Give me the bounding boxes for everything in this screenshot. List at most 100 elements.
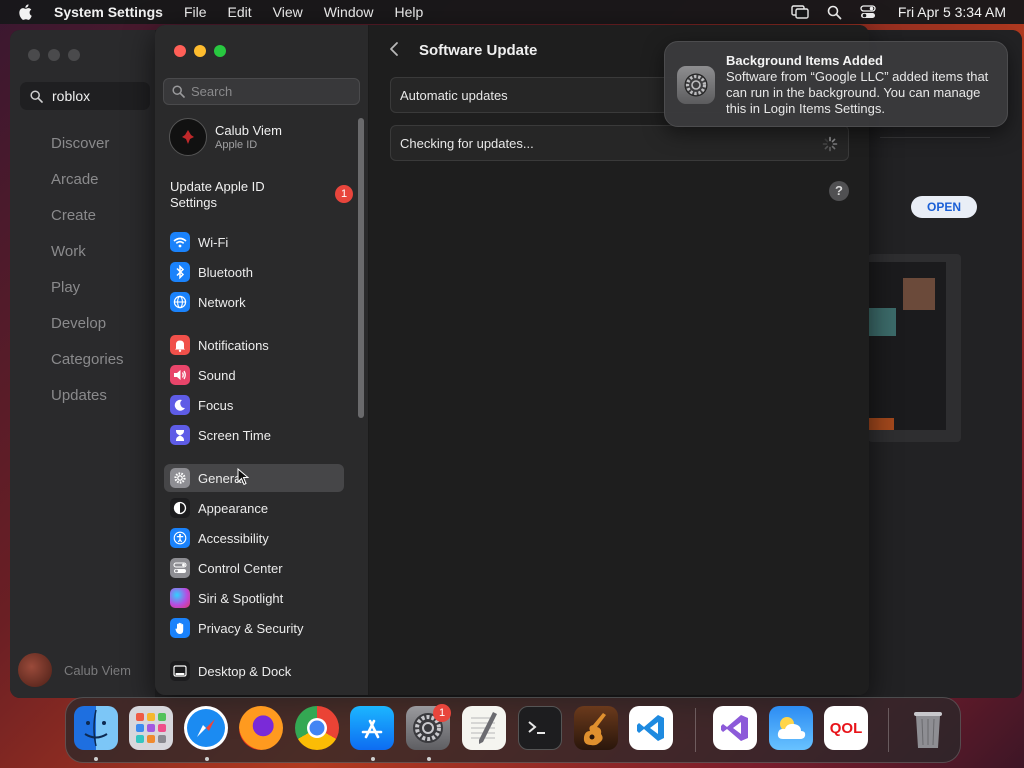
- sidebar-item-label: Screen Time: [198, 427, 271, 443]
- running-indicator: [94, 757, 98, 761]
- vscode-icon[interactable]: [629, 706, 673, 750]
- settings-search-field[interactable]: [163, 78, 360, 105]
- app-store-nav-updates[interactable]: Updates: [51, 386, 124, 422]
- spotlight-search-icon[interactable]: [827, 5, 842, 20]
- menu-clock[interactable]: Fri Apr 5 3:34 AM: [898, 4, 1006, 20]
- sidebar-item-network[interactable]: Network: [164, 288, 344, 316]
- app-screenshot-preview[interactable]: [868, 254, 961, 442]
- moon-icon: [170, 395, 190, 415]
- sidebar-item-screen-time[interactable]: Screen Time: [164, 421, 344, 449]
- sidebar-item-sound[interactable]: Sound: [164, 361, 344, 389]
- bluetooth-icon: [170, 262, 190, 282]
- minimize-button[interactable]: [48, 49, 60, 61]
- avatar: [169, 118, 207, 156]
- app-store-user-name: Calub Viem: [64, 662, 131, 678]
- wifi-icon: [170, 232, 190, 252]
- sidebar-item-label: Sound: [198, 367, 236, 383]
- page-title: Software Update: [419, 42, 538, 59]
- sidebar-item-accessibility[interactable]: Accessibility: [164, 524, 344, 552]
- screen-mirroring-icon[interactable]: [791, 5, 809, 19]
- trash-icon[interactable]: [906, 706, 950, 750]
- launchpad-icon[interactable]: [129, 706, 173, 750]
- app-store-nav-discover[interactable]: Discover: [51, 134, 124, 170]
- sidebar-item-appearance[interactable]: Appearance: [164, 494, 344, 522]
- menu-window[interactable]: Window: [324, 4, 374, 20]
- apple-id-account[interactable]: Calub Viem Apple ID: [169, 118, 282, 156]
- menu-file[interactable]: File: [184, 4, 207, 20]
- control-center-toggle-icon[interactable]: [860, 5, 876, 19]
- app-store-nav-create[interactable]: Create: [51, 206, 124, 242]
- sidebar-item-bluetooth[interactable]: Bluetooth: [164, 258, 344, 286]
- close-button[interactable]: [174, 45, 186, 57]
- notification-body: Software from “Google LLC” added items t…: [726, 69, 989, 116]
- preview-thumbnail: [868, 418, 894, 430]
- menu-view[interactable]: View: [273, 4, 303, 20]
- qol-icon[interactable]: QOL: [824, 706, 868, 750]
- settings-sidebar: Calub Viem Apple ID Update Apple ID Sett…: [155, 25, 369, 695]
- notification-badge: 1: [433, 704, 451, 722]
- notification-title: Background Items Added: [726, 53, 883, 68]
- textedit-icon[interactable]: [462, 706, 506, 750]
- app-store-nav-work[interactable]: Work: [51, 242, 124, 278]
- app-store-icon[interactable]: [350, 706, 394, 750]
- sidebar-item-privacy-security[interactable]: Privacy & Security: [164, 614, 344, 642]
- app-store-nav: Discover Arcade Create Work Play Develop…: [51, 134, 124, 422]
- settings-gear-icon: [677, 66, 715, 104]
- finder-icon[interactable]: [74, 706, 118, 750]
- app-store-nav-arcade[interactable]: Arcade: [51, 170, 124, 206]
- zoom-button[interactable]: [68, 49, 80, 61]
- preview-frame: [868, 262, 946, 430]
- sidebar-item-notifications[interactable]: Notifications: [164, 331, 344, 359]
- sidebar-item-focus[interactable]: Focus: [164, 391, 344, 419]
- sidebar-item-general[interactable]: General: [164, 464, 344, 492]
- chrome-icon[interactable]: [295, 706, 339, 750]
- sidebar-item-control-center[interactable]: Control Center: [164, 554, 344, 582]
- zoom-button[interactable]: [214, 45, 226, 57]
- system-settings-icon[interactable]: 1: [406, 704, 451, 750]
- sidebar-item-label: Siri & Spotlight: [198, 590, 284, 606]
- globe-icon: [170, 292, 190, 312]
- open-button[interactable]: OPEN: [911, 196, 977, 218]
- app-store-nav-play[interactable]: Play: [51, 278, 124, 314]
- menu-app-name[interactable]: System Settings: [54, 4, 163, 20]
- dock-separator: [888, 708, 889, 752]
- preview-thumbnail: [868, 308, 896, 336]
- sidebar-item-label: Focus: [198, 397, 234, 413]
- sidebar-item-label: Wi-Fi: [198, 234, 229, 250]
- weather-icon[interactable]: [769, 706, 813, 750]
- sidebar-item-wifi[interactable]: Wi-Fi: [164, 228, 344, 256]
- loading-spinner-icon: [822, 136, 838, 152]
- help-button[interactable]: ?: [829, 181, 849, 201]
- terminal-icon[interactable]: [518, 706, 562, 750]
- update-apple-id-label: Update Apple ID Settings: [170, 179, 265, 210]
- safari-icon[interactable]: [184, 706, 228, 750]
- sidebar-item-label: Appearance: [198, 500, 269, 516]
- menu-help[interactable]: Help: [395, 4, 424, 20]
- search-icon: [30, 89, 43, 103]
- settings-search-input[interactable]: [191, 84, 351, 99]
- back-button[interactable]: [389, 41, 405, 61]
- menu-edit[interactable]: Edit: [228, 4, 252, 20]
- sidebar-item-siri-spotlight[interactable]: Siri & Spotlight: [164, 584, 344, 612]
- update-apple-id-settings[interactable]: Update Apple ID Settings 1: [170, 179, 355, 211]
- app-store-account[interactable]: Calub Viem: [18, 653, 131, 687]
- garageband-icon[interactable]: [574, 706, 618, 750]
- sidebar-scrollbar[interactable]: [358, 118, 364, 418]
- account-subtitle: Apple ID: [215, 138, 258, 151]
- appearance-icon: [170, 498, 190, 518]
- account-name: Calub Viem: [215, 122, 282, 138]
- visual-studio-icon[interactable]: [713, 706, 757, 750]
- firefox-icon[interactable]: [239, 706, 283, 750]
- app-store-nav-develop[interactable]: Develop: [51, 314, 124, 350]
- minimize-button[interactable]: [194, 45, 206, 57]
- sidebar-item-desktop-dock[interactable]: Desktop & Dock: [164, 657, 344, 685]
- hourglass-icon: [170, 425, 190, 445]
- app-store-content: OPEN: [868, 30, 1022, 698]
- app-store-search-field[interactable]: roblox: [20, 82, 150, 110]
- apple-menu-icon[interactable]: [18, 4, 34, 20]
- close-button[interactable]: [28, 49, 40, 61]
- app-store-nav-categories[interactable]: Categories: [51, 350, 124, 386]
- background-items-notification[interactable]: Background Items Added Software from “Go…: [664, 41, 1008, 127]
- hand-icon: [170, 618, 190, 638]
- app-store-sidebar: roblox Discover Arcade Create Work Play …: [10, 30, 155, 698]
